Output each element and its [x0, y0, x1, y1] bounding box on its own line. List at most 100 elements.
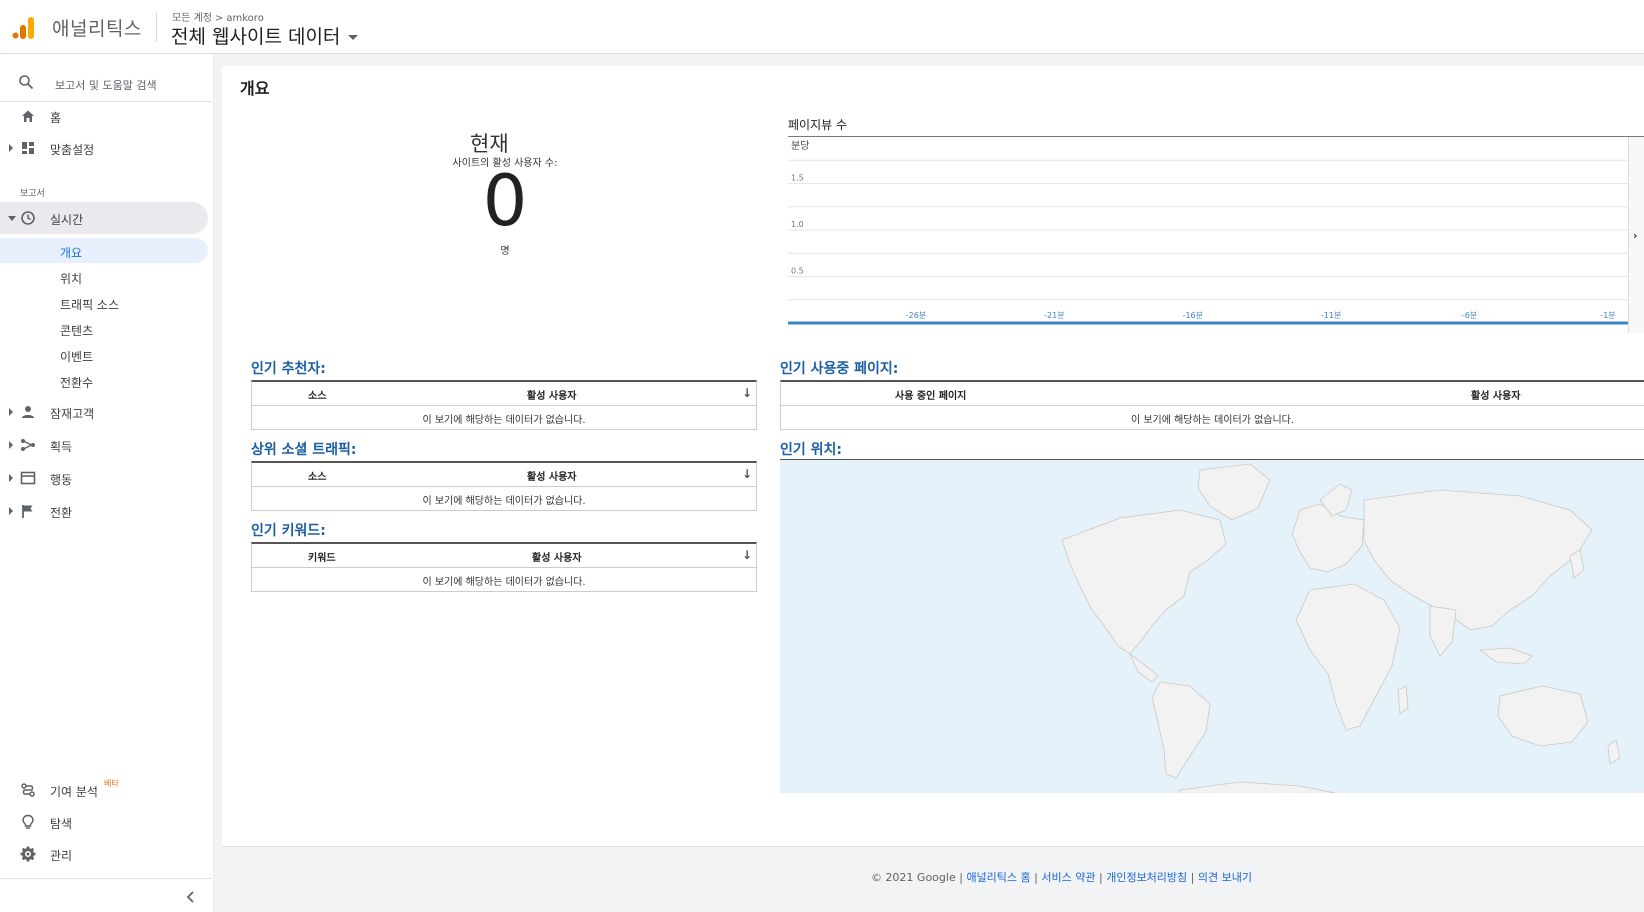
column-header-page[interactable]: 사용 중인 페이지 — [895, 387, 966, 402]
lightbulb-icon — [22, 814, 34, 829]
footer-link-terms[interactable]: 서비스 약관 — [1041, 871, 1095, 884]
widget-top-referrers: 인기 추천자: 소스 활성 사용자 ↓ 이 보기에 해당하는 데이터가 없습니다… — [251, 358, 757, 430]
column-header-source[interactable]: 소스 — [308, 387, 326, 402]
chart-x-tick: -11분 — [1321, 311, 1341, 320]
window-icon — [20, 471, 36, 485]
column-header-source[interactable]: 소스 — [308, 468, 326, 483]
world-map[interactable] — [780, 459, 1644, 793]
sidebar-item-home[interactable]: 홈 — [0, 100, 208, 132]
chart-plot: 분당 1.5 1.0 0.5 -26분 -21분 -16분 -11분 -6분 -1분 — [788, 140, 1628, 325]
chart-x-tick: -26분 — [906, 311, 926, 320]
sort-arrow-down-icon[interactable]: ↓ — [742, 386, 752, 400]
sidebar-divider — [0, 878, 212, 879]
sort-arrow-down-icon[interactable]: ↓ — [742, 467, 752, 481]
sidebar-label: 전환 — [50, 506, 73, 520]
footer-link-privacy[interactable]: 개인정보처리방침 — [1106, 871, 1187, 884]
expand-arrow-icon — [9, 408, 13, 416]
column-header-active-users[interactable]: 활성 사용자 — [1471, 387, 1520, 402]
sidebar-subitem-content[interactable]: 콘텐츠 — [0, 316, 208, 341]
expand-arrow-icon — [9, 441, 13, 449]
footer-separator: | — [1190, 871, 1195, 884]
chart-next-button[interactable]: › — [1628, 137, 1644, 333]
chart-x-tick: -1분 — [1600, 311, 1615, 320]
footer-text: © 2021 Google | 애널리틱스 홈 | 서비스 약관 | 개인정보처… — [222, 869, 1252, 885]
widget-title: 인기 키워드: — [251, 523, 326, 539]
top-bar: 애널리틱스 모든 계정 > amkoro 전체 웹사이트 데이터 — [0, 0, 1644, 54]
column-header-active-users[interactable]: 활성 사용자 — [527, 387, 576, 402]
widget-top-keywords: 인기 키워드: 키워드 활성 사용자 ↓ 이 보기에 해당하는 데이터가 없습니… — [251, 520, 757, 592]
sidebar-item-conversions[interactable]: 전환 — [0, 495, 208, 527]
gear-icon — [20, 846, 36, 862]
sidebar-item-admin[interactable]: 관리 — [0, 838, 208, 870]
header-divider — [156, 12, 157, 42]
sidebar-item-audience[interactable]: 잠재고객 — [0, 396, 208, 428]
sidebar-label: 홈 — [50, 111, 62, 125]
pages-table: 사용 중인 페이지 활성 사용자 이 보기에 해당하는 데이터가 없습니다. — [780, 380, 1644, 430]
sort-arrow-down-icon[interactable]: ↓ — [742, 548, 752, 562]
sidebar-subitem-traffic-sources[interactable]: 트래픽 소스 — [0, 290, 208, 315]
sidebar-label: 잠재고객 — [50, 407, 95, 421]
beta-badge: 베타 — [104, 779, 119, 788]
footer-separator: | — [1098, 871, 1103, 884]
subitem-label: 전환수 — [60, 376, 94, 390]
footer: © 2021 Google | 애널리틱스 홈 | 서비스 약관 | 개인정보처… — [222, 846, 1644, 912]
table-header: 사용 중인 페이지 활성 사용자 — [781, 382, 1644, 406]
attribution-icon — [21, 783, 35, 797]
report-search[interactable]: 보고서 및 도움말 검색 — [0, 60, 212, 102]
chevron-right-icon: › — [1633, 229, 1638, 242]
sidebar-label: 탐색 — [50, 817, 73, 831]
app-name: 애널리틱스 — [52, 18, 142, 40]
property-selector[interactable]: 전체 웹사이트 데이터 — [171, 22, 359, 49]
widget-title: 인기 사용중 페이지: — [780, 361, 899, 377]
sidebar-item-behavior[interactable]: 행동 — [0, 462, 208, 494]
column-header-active-users[interactable]: 활성 사용자 — [527, 468, 576, 483]
chart-x-tick: -16분 — [1183, 311, 1203, 320]
sidebar-subitem-conversions[interactable]: 전환수 — [0, 368, 208, 393]
footer-separator: | — [959, 871, 963, 884]
column-header-active-users[interactable]: 활성 사용자 — [532, 549, 581, 564]
property-title: 전체 웹사이트 데이터 — [171, 26, 341, 48]
empty-message: 이 보기에 해당하는 데이터가 없습니다. — [422, 496, 586, 507]
footer-link-analytics-home[interactable]: 애널리틱스 홈 — [966, 871, 1030, 884]
subitem-label: 이벤트 — [60, 350, 94, 364]
subitem-label: 위치 — [60, 272, 83, 286]
sidebar-subitem-locations[interactable]: 위치 — [0, 264, 208, 289]
widget-top-locations: 인기 위치: — [780, 439, 1644, 459]
expand-arrow-icon — [9, 144, 13, 152]
chevron-left-icon — [186, 891, 194, 903]
empty-message: 이 보기에 해당하는 데이터가 없습니다. — [422, 577, 586, 588]
referrers-table: 소스 활성 사용자 ↓ 이 보기에 해당하는 데이터가 없습니다. — [251, 380, 757, 430]
acquisition-icon — [21, 439, 35, 451]
sidebar-subitem-events[interactable]: 이벤트 — [0, 342, 208, 367]
flag-icon — [22, 505, 33, 518]
table-header: 키워드 활성 사용자 ↓ — [252, 544, 756, 568]
widget-title: 상위 소셜 트래픽: — [251, 442, 357, 458]
sidebar-label: 관리 — [50, 849, 73, 863]
search-placeholder: 보고서 및 도움말 검색 — [55, 79, 157, 92]
sidebar-item-acquisition[interactable]: 획득 — [0, 429, 208, 461]
analytics-logo-icon[interactable] — [12, 15, 36, 41]
widget-title: 인기 추천자: — [251, 361, 326, 377]
widget-top-active-pages: 인기 사용중 페이지: 사용 중인 페이지 활성 사용자 이 보기에 해당하는 … — [780, 358, 1644, 430]
sidebar-label: 기여 분석 — [50, 785, 98, 799]
copyright: © 2021 Google — [870, 871, 956, 884]
sidebar-label: 행동 — [50, 473, 73, 487]
column-header-keyword[interactable]: 키워드 — [308, 549, 336, 564]
search-icon — [19, 75, 34, 90]
footer-link-feedback[interactable]: 의견 보내기 — [1198, 871, 1252, 884]
chart-ylabel: 분당 — [791, 140, 809, 152]
empty-message: 이 보기에 해당하는 데이터가 없습니다. — [422, 415, 586, 426]
chart-title: 페이지뷰 수 — [788, 118, 848, 132]
chart-y-tick: 0.5 — [791, 267, 804, 276]
sidebar-label: 획득 — [50, 440, 73, 454]
footer-separator: | — [1034, 871, 1038, 884]
empty-message: 이 보기에 해당하는 데이터가 없습니다. — [1130, 415, 1295, 426]
sidebar-item-discover[interactable]: 탐색 — [0, 806, 208, 838]
world-map-graphic — [1061, 463, 1621, 793]
social-table: 소스 활성 사용자 ↓ 이 보기에 해당하는 데이터가 없습니다. — [251, 461, 757, 511]
sidebar-item-attribution[interactable]: 기여 분석 베타 — [0, 774, 208, 806]
collapse-sidebar-button[interactable] — [184, 889, 196, 908]
home-icon — [22, 110, 34, 122]
expand-arrow-icon — [9, 474, 13, 482]
chart-frame: 분당 1.5 1.0 0.5 -26분 -21분 -16분 -11분 -6분 -1분 › — [788, 136, 1644, 334]
